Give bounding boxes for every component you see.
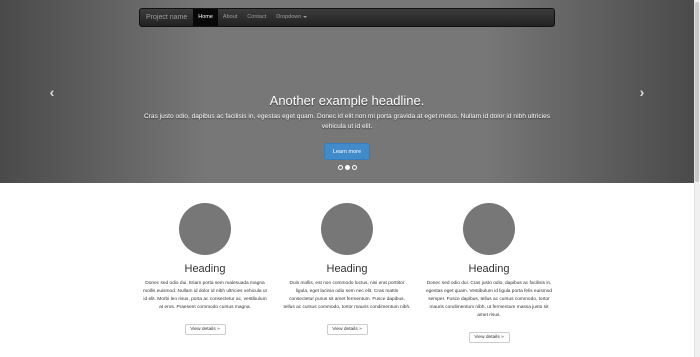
- placeholder-image: [463, 203, 515, 255]
- carousel-indicator-2[interactable]: [345, 165, 350, 170]
- carousel-lead: Cras justo odio, dapibus ac facilisis in…: [143, 113, 551, 130]
- placeholder-image: [321, 203, 373, 255]
- column-heading: Heading: [184, 263, 226, 275]
- marketing-column-2: Heading Duis mollis, est non commodo luc…: [277, 203, 417, 335]
- carousel-caption: Another example headline. Cras justo odi…: [140, 93, 554, 160]
- nav-item-home[interactable]: Home: [193, 9, 218, 26]
- nav-item-dropdown-label: Dropdown: [276, 14, 302, 20]
- placeholder-image: [179, 203, 231, 255]
- view-details-button[interactable]: View details »: [326, 324, 368, 335]
- navbar-brand[interactable]: Project name: [140, 9, 193, 26]
- chevron-left-icon[interactable]: ‹: [47, 85, 57, 99]
- nav-item-dropdown[interactable]: Dropdown: [271, 9, 312, 26]
- view-details-button[interactable]: View details »: [468, 332, 510, 343]
- chevron-right-icon[interactable]: ›: [637, 85, 647, 99]
- vertical-scrollbar[interactable]: [694, 0, 700, 357]
- carousel-indicator-3[interactable]: [352, 165, 357, 170]
- column-heading: Heading: [468, 263, 510, 275]
- carousel-headline: Another example headline.: [269, 93, 425, 108]
- page: Project name Home About Contact Dropdown…: [0, 0, 700, 357]
- learn-more-button[interactable]: Learn more: [324, 143, 370, 160]
- marketing-section: Heading Donec sed odio dui. Etiam porta …: [0, 183, 694, 357]
- nav-item-about[interactable]: About: [218, 9, 242, 26]
- carousel: Project name Home About Contact Dropdown…: [0, 0, 694, 183]
- column-text: Duis mollis, est non commodo luctus, nis…: [283, 281, 411, 310]
- column-text: Donec sed odio dui. Etiam porta sem male…: [143, 281, 267, 310]
- caret-down-icon: [303, 15, 308, 18]
- navbar: Project name Home About Contact Dropdown: [139, 8, 555, 27]
- marketing-column-1: Heading Donec sed odio dui. Etiam porta …: [135, 203, 275, 335]
- carousel-indicator-1[interactable]: [338, 165, 343, 170]
- column-heading: Heading: [326, 263, 368, 275]
- view-details-button[interactable]: View details »: [184, 324, 226, 335]
- carousel-indicators: [338, 165, 357, 170]
- marketing-column-3: Heading Donec sed odio dui. Cras justo o…: [419, 203, 559, 343]
- scrollbar-thumb[interactable]: [695, 2, 699, 182]
- nav-item-contact[interactable]: Contact: [242, 9, 271, 26]
- column-text: Donec sed odio dui. Cras justo odio, dap…: [425, 281, 553, 318]
